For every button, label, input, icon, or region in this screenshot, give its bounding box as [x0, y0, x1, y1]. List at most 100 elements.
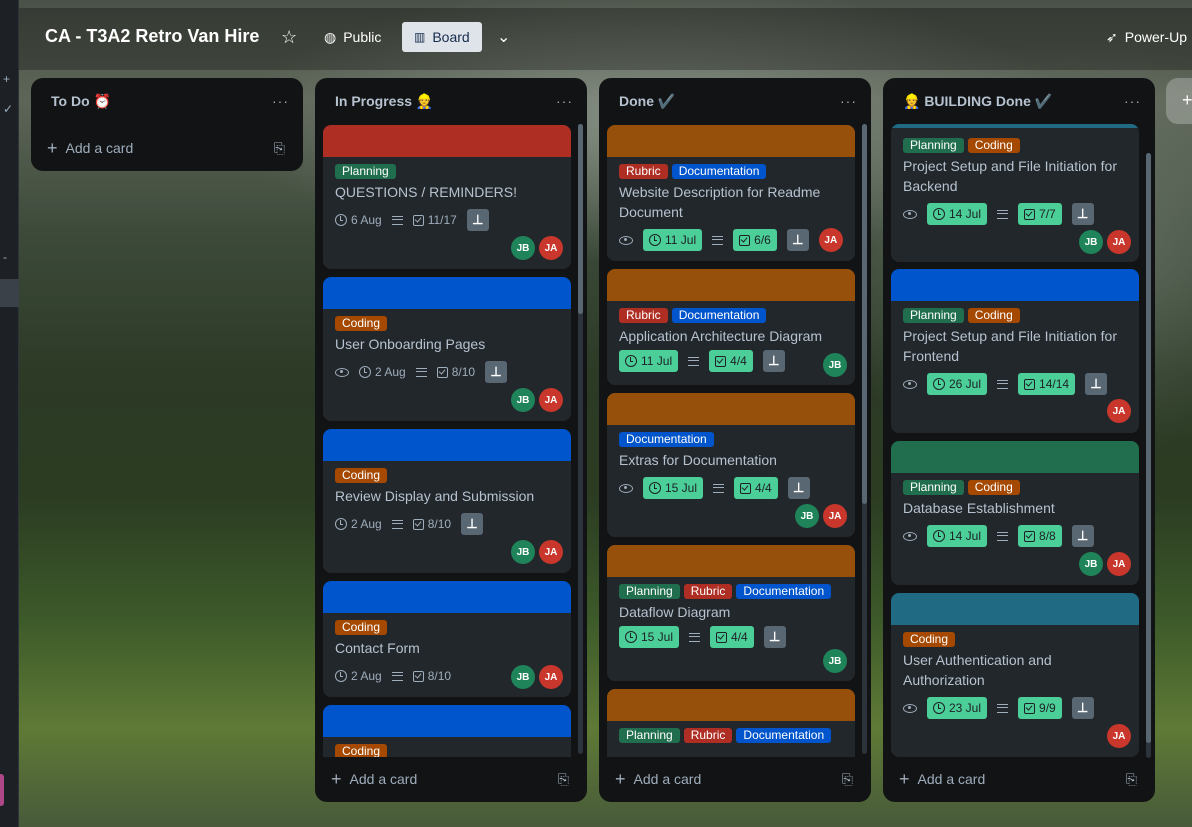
label-coding[interactable]: Coding: [903, 632, 956, 647]
scrollbar-thumb[interactable]: [1146, 153, 1151, 743]
avatar[interactable]: JA: [818, 228, 843, 252]
pin-icon[interactable]: ⊥: [485, 361, 508, 383]
list-title[interactable]: In Progress 👷: [335, 93, 433, 110]
due-date-badge[interactable]: 11 Jul: [643, 229, 703, 251]
label-documentation[interactable]: Documentation: [736, 728, 832, 743]
avatar[interactable]: JB: [795, 504, 819, 528]
plus-icon[interactable]: +: [3, 72, 10, 86]
avatar[interactable]: JA: [823, 504, 847, 528]
due-date-badge[interactable]: 26 Jul: [927, 373, 988, 395]
avatar[interactable]: JB: [511, 236, 535, 260]
avatar[interactable]: JB: [511, 540, 535, 564]
avatar[interactable]: JA: [1107, 724, 1131, 748]
pin-icon[interactable]: ⊥: [1071, 203, 1094, 225]
label-documentation[interactable]: Documentation: [671, 308, 767, 323]
due-date-badge[interactable]: 14 Jul: [927, 525, 988, 547]
sidebar-item-active[interactable]: [0, 279, 19, 307]
list-title[interactable]: Done ✔️: [619, 93, 675, 110]
pin-icon[interactable]: ⊥: [466, 209, 489, 231]
due-date-badge[interactable]: 2 Aug: [335, 669, 382, 683]
due-date-badge[interactable]: 23 Jul: [927, 697, 988, 719]
due-date-badge[interactable]: 11 Jul: [619, 350, 679, 372]
star-button[interactable]: ☆: [281, 22, 297, 52]
label-documentation[interactable]: Documentation: [671, 164, 767, 179]
card-template-icon[interactable]: ⎘: [1126, 771, 1137, 788]
card[interactable]: Planning Rubric Documentation Dataflow D…: [607, 545, 855, 681]
due-date-badge[interactable]: 15 Jul: [619, 626, 680, 648]
add-card-button[interactable]: + Add a card: [331, 770, 417, 788]
avatar[interactable]: JA: [1107, 552, 1131, 576]
card[interactable]: Rubric Documentation Application Archite…: [607, 269, 855, 385]
label-planning[interactable]: Planning: [903, 480, 964, 495]
add-list-button[interactable]: +: [1166, 78, 1192, 124]
avatar[interactable]: JA: [539, 388, 563, 412]
card[interactable]: Coding User Authentication and Authoriza…: [891, 593, 1139, 757]
pin-icon[interactable]: ⊥: [1085, 373, 1108, 395]
list-title[interactable]: To Do ⏰: [51, 93, 111, 110]
pin-icon[interactable]: ⊥: [763, 626, 786, 648]
pin-icon[interactable]: ⊥: [1071, 525, 1094, 547]
label-coding[interactable]: Coding: [335, 316, 388, 331]
avatar[interactable]: JB: [823, 353, 847, 377]
list-menu-icon[interactable]: ···: [1124, 93, 1141, 109]
avatar[interactable]: JB: [511, 665, 535, 689]
avatar[interactable]: JB: [511, 388, 535, 412]
list-scrollbar[interactable]: [862, 124, 867, 754]
card[interactable]: Coding: [323, 705, 571, 757]
card[interactable]: Planning Coding Database Establishment 1…: [891, 441, 1139, 585]
scrollbar-thumb[interactable]: [862, 124, 867, 504]
add-card-button[interactable]: + Add a card: [899, 770, 985, 788]
list-menu-icon[interactable]: ···: [556, 93, 573, 109]
label-planning[interactable]: Planning: [619, 584, 680, 599]
pin-icon[interactable]: ⊥: [1071, 697, 1094, 719]
due-date-badge[interactable]: 2 Aug: [359, 365, 406, 379]
label-planning[interactable]: Planning: [903, 138, 964, 153]
scrollbar-thumb[interactable]: [578, 124, 583, 314]
add-card-button[interactable]: + Add a card: [615, 770, 701, 788]
card[interactable]: Coding Contact Form 2 Aug 8/10 JB JA: [323, 581, 571, 697]
label-rubric[interactable]: Rubric: [619, 164, 668, 179]
list-title[interactable]: 👷 BUILDING Done ✔️: [903, 93, 1052, 110]
view-switcher-button[interactable]: ⌄: [497, 22, 510, 52]
avatar[interactable]: JA: [539, 540, 563, 564]
due-date-badge[interactable]: 2 Aug: [335, 517, 382, 531]
avatar[interactable]: JB: [1079, 230, 1103, 254]
board-title[interactable]: CA - T3A2 Retro Van Hire: [45, 26, 259, 47]
avatar[interactable]: JB: [1079, 552, 1103, 576]
board-view-button[interactable]: ▥ Board: [402, 22, 482, 52]
label-rubric[interactable]: Rubric: [619, 308, 668, 323]
pin-icon[interactable]: ⊥: [786, 229, 809, 251]
avatar[interactable]: JA: [539, 665, 563, 689]
due-date-badge[interactable]: 15 Jul: [643, 477, 704, 499]
card[interactable]: Planning Coding Project Setup and File I…: [891, 269, 1139, 433]
add-card-button[interactable]: + Add a card: [47, 139, 133, 157]
label-documentation[interactable]: Documentation: [619, 432, 714, 447]
label-planning[interactable]: Planning: [335, 164, 396, 179]
card[interactable]: Planning Coding Project Setup and File I…: [891, 124, 1139, 262]
list-menu-icon[interactable]: ···: [272, 93, 289, 109]
label-coding[interactable]: Coding: [967, 480, 1020, 495]
label-coding[interactable]: Coding: [967, 308, 1020, 323]
card[interactable]: Planning QUESTIONS / REMINDERS! 6 Aug 11…: [323, 125, 571, 269]
avatar[interactable]: JA: [539, 236, 563, 260]
visibility-button[interactable]: ◍ Public: [324, 22, 381, 52]
pin-icon[interactable]: ⊥: [461, 513, 484, 535]
list-menu-icon[interactable]: ···: [840, 93, 857, 109]
list-scrollbar[interactable]: [578, 124, 583, 754]
label-planning[interactable]: Planning: [619, 728, 680, 743]
avatar[interactable]: JA: [1107, 230, 1131, 254]
avatar[interactable]: JA: [1107, 399, 1131, 423]
list-scrollbar[interactable]: [1146, 153, 1151, 758]
pin-icon[interactable]: ⊥: [762, 350, 785, 372]
label-planning[interactable]: Planning: [903, 308, 964, 323]
pin-icon[interactable]: ⊥: [787, 477, 810, 499]
power-ups-button[interactable]: ➶ Power-Up: [1106, 22, 1187, 52]
card[interactable]: Rubric Documentation Website Description…: [607, 125, 855, 261]
due-date-badge[interactable]: 6 Aug: [335, 213, 382, 227]
label-coding[interactable]: Coding: [335, 620, 388, 635]
label-documentation[interactable]: Documentation: [736, 584, 832, 599]
label-coding[interactable]: Coding: [335, 468, 388, 483]
card[interactable]: Coding User Onboarding Pages 2 Aug 8/10 …: [323, 277, 571, 421]
due-date-badge[interactable]: 14 Jul: [927, 203, 988, 225]
sidebar-item-workspace[interactable]: [0, 774, 4, 806]
